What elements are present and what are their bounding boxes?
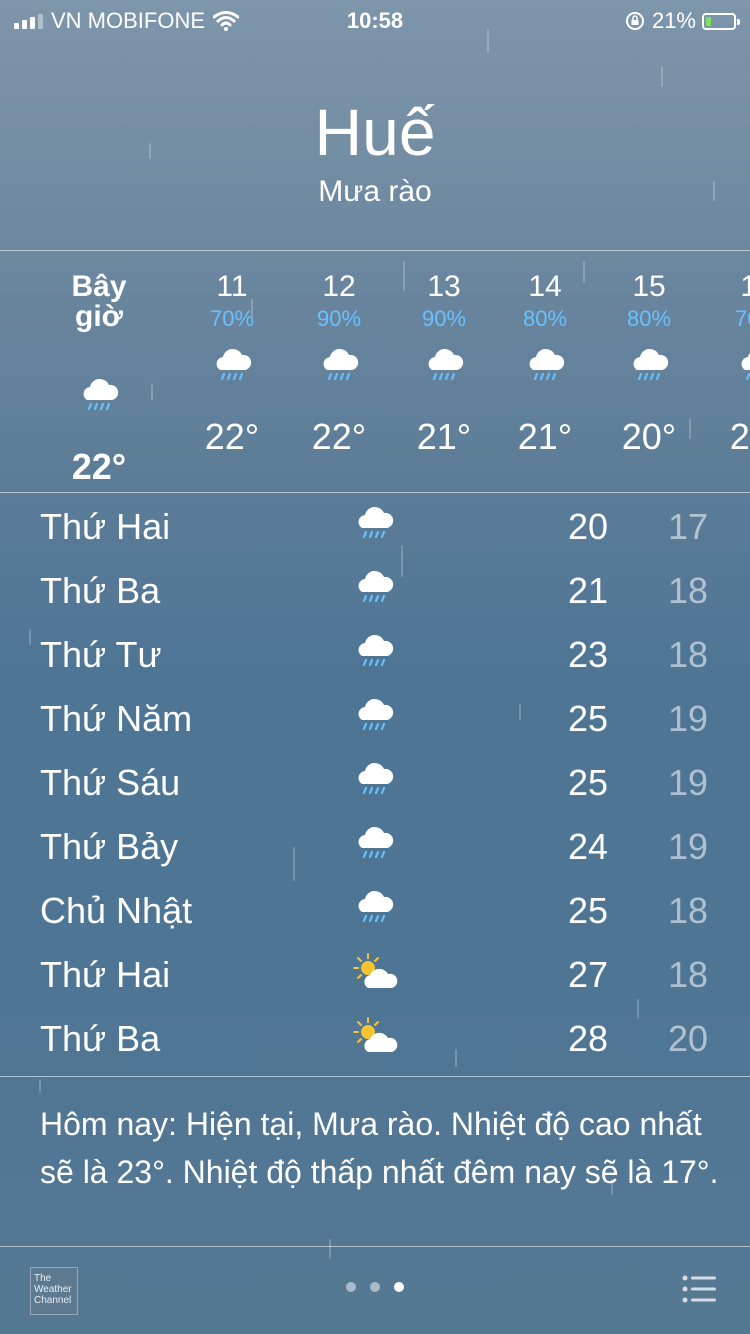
divider	[0, 1076, 750, 1077]
hour-label: Bây giờ	[71, 270, 127, 333]
high-temp: 21	[567, 570, 608, 611]
precip-chance: 90%	[421, 306, 467, 331]
rain-cloud-icon	[358, 698, 394, 731]
partly-sunny-icon	[353, 953, 398, 988]
high-temp: 27	[567, 954, 608, 995]
high-temp: 23	[567, 634, 608, 675]
battery-percent: 21%	[651, 8, 696, 33]
low-temp: 20	[667, 1018, 708, 1059]
hour-label: 13	[427, 270, 461, 303]
precip-chance: 80%	[626, 306, 672, 331]
rain-cloud-icon	[358, 634, 394, 667]
high-temp: 25	[567, 698, 608, 739]
precip-chance: 70%	[734, 306, 750, 331]
hour-label: 12	[322, 270, 356, 303]
low-temp: 18	[667, 570, 708, 611]
hourly-item: 15 80% 20°	[594, 252, 704, 458]
daily-row: Chủ Nhật 25 18	[0, 878, 750, 942]
hour-label: 11	[216, 270, 248, 303]
daily-row: Thứ Hai 20 17	[0, 494, 750, 558]
low-temp: 18	[667, 954, 708, 995]
precip-chance: 70%	[209, 306, 255, 331]
footer-bar: The Weather Channel	[0, 1264, 750, 1315]
hour-temp: 22°	[311, 416, 367, 457]
hour-temp: 21°	[517, 416, 573, 457]
low-temp: 18	[667, 634, 708, 675]
hour-temp: 22°	[204, 416, 260, 457]
hourly-item: 11 70% 22°	[177, 252, 287, 458]
low-temp: 17	[667, 506, 708, 547]
rain-cloud-icon	[358, 506, 394, 539]
page-dot[interactable]	[346, 1282, 356, 1292]
day-name: Thứ Ba	[40, 1018, 161, 1059]
hourly-item: 16 70% 20°	[702, 252, 750, 458]
high-temp: 28	[567, 1018, 608, 1059]
hour-temp: 20°	[729, 416, 750, 457]
rain-cloud-icon	[358, 762, 394, 795]
rain-cloud-icon	[358, 826, 394, 859]
rain-cloud-icon	[490, 344, 600, 392]
hourly-item: Bây giờ 22°	[44, 252, 154, 488]
hourly-item: 12 90% 22°	[284, 252, 394, 458]
rain-cloud-icon	[358, 570, 394, 603]
precip-chance	[44, 336, 154, 362]
rotation-lock-icon	[625, 12, 644, 30]
daily-row: Thứ Bảy 24 19	[0, 814, 750, 878]
battery-icon	[702, 12, 740, 30]
precip-chance: 90%	[316, 306, 362, 331]
rain-cloud-icon	[44, 374, 154, 422]
rain-cloud-icon	[284, 344, 394, 392]
hourly-item: 14 80% 21°	[490, 252, 600, 458]
low-temp: 19	[667, 698, 708, 739]
daily-row: Thứ Ba 21 18	[0, 558, 750, 622]
high-temp: 20	[567, 506, 608, 547]
day-name: Thứ Năm	[40, 698, 193, 739]
status-bar: VN MOBIFONE 10:58 21%	[0, 0, 750, 40]
rain-cloud-icon	[594, 344, 704, 392]
divider	[0, 250, 750, 251]
hour-label: 15	[632, 270, 666, 303]
page-dot[interactable]	[370, 1282, 380, 1292]
high-temp: 25	[567, 762, 608, 803]
hourly-forecast[interactable]: Bây giờ 22° 11 70% 22° 12 90% 22° 13 90%…	[0, 252, 750, 492]
hour-temp: 21°	[416, 416, 472, 457]
day-name: Thứ Ba	[40, 570, 161, 611]
low-temp: 19	[667, 826, 708, 867]
daily-row: Thứ Sáu 25 19	[0, 750, 750, 814]
page-indicator[interactable]	[0, 1282, 750, 1292]
hour-label: 14	[528, 270, 562, 303]
low-temp: 18	[667, 890, 708, 931]
daily-row: Thứ Ba 28 20	[0, 1006, 750, 1070]
location-header: Huế Mưa rào	[0, 92, 750, 212]
list-icon[interactable]	[682, 1274, 716, 1304]
page-dot-active[interactable]	[394, 1282, 404, 1292]
low-temp: 19	[667, 762, 708, 803]
day-name: Thứ Bảy	[40, 826, 179, 867]
partly-sunny-icon	[353, 1017, 398, 1052]
daily-row: Thứ Hai 27 18	[0, 942, 750, 1006]
rain-cloud-icon	[702, 344, 750, 392]
rain-cloud-icon	[358, 890, 394, 923]
precip-chance: 80%	[522, 306, 568, 331]
today-summary: Hôm nay: Hiện tại, Mưa rào. Nhiệt độ cao…	[40, 1106, 719, 1190]
rain-cloud-icon	[177, 344, 287, 392]
day-name: Thứ Sáu	[40, 762, 181, 803]
current-condition: Mưa rào	[318, 175, 432, 208]
hour-label: 16	[740, 270, 750, 303]
day-name: Thứ Hai	[40, 954, 171, 995]
high-temp: 25	[567, 890, 608, 931]
city-name: Huế	[314, 95, 436, 169]
day-name: Thứ Tư	[40, 634, 162, 675]
divider	[0, 492, 750, 493]
daily-row: Thứ Năm 25 19	[0, 686, 750, 750]
rain-cloud-icon	[389, 344, 499, 392]
divider	[0, 1246, 750, 1247]
daily-row: Thứ Tư 23 18	[0, 622, 750, 686]
hour-temp: 22°	[71, 446, 127, 487]
high-temp: 24	[567, 826, 608, 867]
hour-temp: 20°	[621, 416, 677, 457]
day-name: Chủ Nhật	[40, 890, 193, 931]
day-name: Thứ Hai	[40, 506, 171, 547]
hourly-item: 13 90% 21°	[389, 252, 499, 458]
